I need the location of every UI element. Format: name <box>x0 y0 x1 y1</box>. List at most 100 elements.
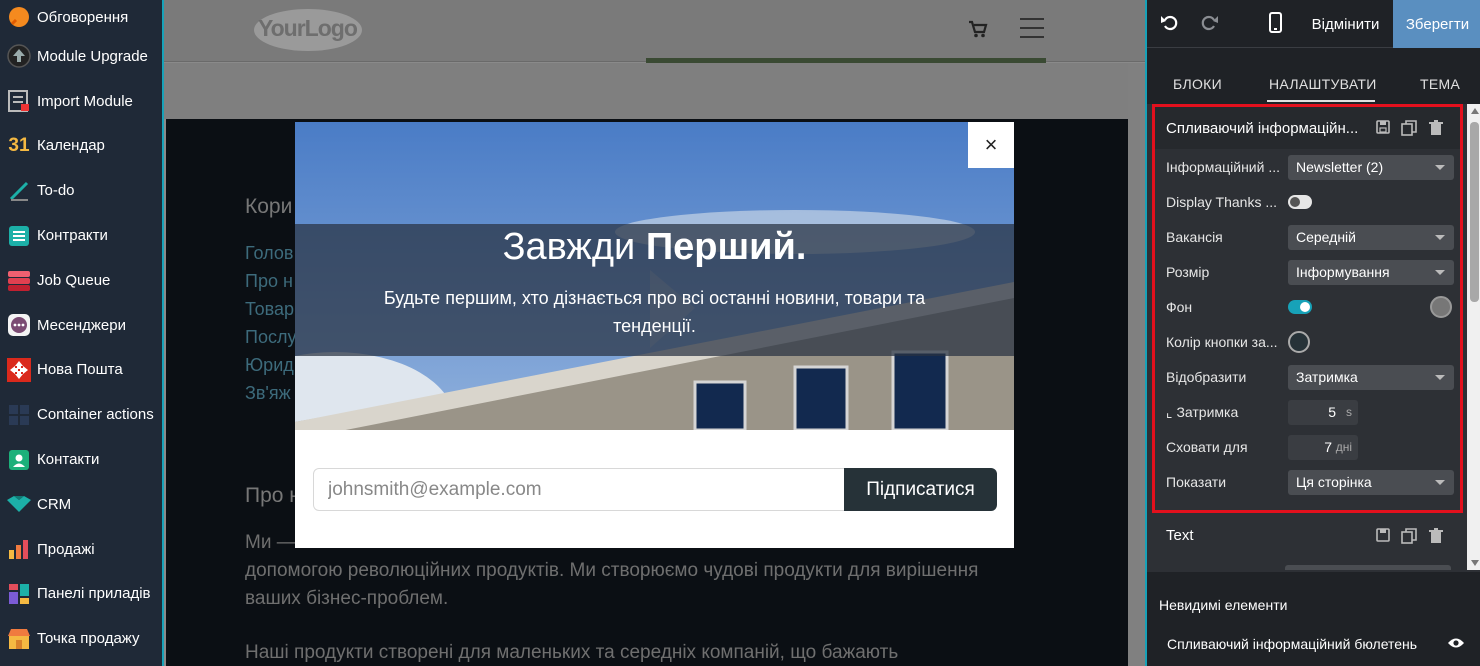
popup-title: Завжди Перший. <box>295 226 1014 269</box>
newsletter-email-input[interactable] <box>313 468 845 511</box>
show-on-select[interactable]: Ця сторінка <box>1288 470 1454 495</box>
popup-close-button[interactable]: × <box>968 122 1014 168</box>
select-value: Середній <box>1296 229 1356 245</box>
todo-icon <box>6 178 32 204</box>
site-logo[interactable]: YourLogo <box>252 6 364 52</box>
sidebar-item-nova-poshta[interactable]: Нова Пошта <box>0 348 162 393</box>
number-unit: дні <box>1335 440 1352 454</box>
display-select[interactable]: Затримка <box>1288 365 1454 390</box>
sidebar-item-discuss[interactable]: Обговорення <box>0 0 162 34</box>
partial-option-control[interactable] <box>1285 565 1451 570</box>
tab-customize[interactable]: НАЛАШТУВАТИ <box>1269 76 1377 92</box>
option-label: Відобразити <box>1166 369 1247 385</box>
option-show-on: Показати Ця сторінка <box>1158 466 1454 501</box>
scroll-up-icon[interactable] <box>1471 108 1479 114</box>
hamburger-menu-icon[interactable] <box>1020 18 1044 45</box>
sidebar-label: Нова Пошта <box>37 361 123 379</box>
option-display: Відобразити Затримка <box>1158 361 1454 396</box>
option-vacancy: Вакансія Середній <box>1158 221 1454 256</box>
option-label: Розмір <box>1166 264 1210 280</box>
footer-link[interactable]: Юрид <box>245 355 294 376</box>
vacancy-select[interactable]: Середній <box>1288 225 1454 250</box>
option-label: Вакансія <box>1166 229 1223 245</box>
invisible-item-newsletter-popup[interactable]: Спливаючий інформаційний бюлетень <box>1167 636 1417 652</box>
sidebar-item-dashboards[interactable]: Панелі приладів <box>0 572 162 617</box>
tab-theme[interactable]: ТЕМА <box>1420 76 1460 92</box>
editor-tabs: БЛОКИ НАЛАШТУВАТИ ТЕМА <box>1147 48 1480 104</box>
subscribe-button[interactable]: Підписатися <box>844 468 997 511</box>
sidebar-item-crm[interactable]: CRM <box>0 482 162 527</box>
footer-link[interactable]: Голов <box>245 243 293 264</box>
footer-link[interactable]: Товар <box>245 299 294 320</box>
editor-scrollbar[interactable] <box>1467 104 1480 570</box>
scroll-down-icon[interactable] <box>1471 560 1479 566</box>
discuss-icon <box>6 4 32 30</box>
option-label: ⌞ Затримка <box>1166 404 1239 420</box>
option-button-color: Колір кнопки за... <box>1158 326 1450 361</box>
sidebar-label: Module Upgrade <box>37 47 148 65</box>
sidebar-item-job-queue[interactable]: Job Queue <box>0 258 162 303</box>
invisible-elements-panel: Невидимі елементи Спливаючий інформаційн… <box>1147 572 1480 666</box>
popup-title-bold: Перший. <box>645 226 807 268</box>
about-text-line: Наші продукти створені для маленьких та … <box>245 642 899 663</box>
duplicate-block-icon[interactable] <box>1401 528 1417 549</box>
save-button[interactable]: Зберегти <box>1393 0 1480 48</box>
option-newsletter: Інформаційний ... Newsletter (2) <box>1158 151 1454 186</box>
sidebar-item-contacts[interactable]: Контакти <box>0 437 162 482</box>
sidebar-item-calendar[interactable]: 31 Календар <box>0 124 162 169</box>
sidebar-label: Container actions <box>37 406 154 424</box>
sidebar-item-module-upgrade[interactable]: Module Upgrade <box>0 34 162 79</box>
chevron-down-icon <box>1435 235 1445 240</box>
cart-icon[interactable] <box>968 20 988 43</box>
background-toggle[interactable] <box>1288 300 1312 314</box>
footer-link[interactable]: Послу <box>245 327 296 348</box>
footer-link[interactable]: Зв'яж <box>245 383 291 404</box>
newsletter-popup: Завжди Перший. Будьте першим, хто дізнає… <box>295 122 1014 548</box>
tab-blocks[interactable]: БЛОКИ <box>1173 76 1222 92</box>
option-background: Фон <box>1158 291 1452 326</box>
chevron-down-icon <box>1435 270 1445 275</box>
save-block-icon[interactable] <box>1376 528 1390 547</box>
option-label: Показати <box>1166 474 1227 490</box>
sidebar-label: Контракти <box>37 227 108 245</box>
sidebar-item-sales[interactable]: Продажі <box>0 527 162 572</box>
sidebar-item-container-actions[interactable]: Container actions <box>0 392 162 437</box>
calendar-icon: 31 <box>8 134 30 156</box>
footer-link[interactable]: Про н <box>245 271 293 292</box>
sidebar-item-todo[interactable]: To-do <box>0 168 162 213</box>
button-color-picker[interactable] <box>1288 331 1310 353</box>
eye-icon[interactable] <box>1447 636 1465 654</box>
option-display-thanks: Display Thanks ... <box>1158 186 1450 221</box>
sidebar-item-pos[interactable]: Точка продажу <box>0 616 162 661</box>
sidebar-label: Продажі <box>37 540 95 558</box>
sidebar-item-messengers[interactable]: Месенджери <box>0 303 162 348</box>
delay-input[interactable]: 5s <box>1288 400 1358 425</box>
chevron-down-icon <box>1435 165 1445 170</box>
duplicate-block-icon[interactable] <box>1401 120 1417 141</box>
dashboards-icon <box>6 581 32 607</box>
pos-icon <box>6 626 32 652</box>
chevron-down-icon <box>1435 375 1445 380</box>
editor-toolbar: Відмінити Зберегти <box>1147 0 1480 48</box>
sidebar-item-import-module[interactable]: Import Module <box>0 79 162 124</box>
sidebar-label: To-do <box>37 182 75 200</box>
undo-icon[interactable] <box>1160 12 1178 37</box>
size-select[interactable]: Інформування <box>1288 260 1454 285</box>
app-sidebar: Обговорення Module Upgrade Import Module… <box>0 0 164 666</box>
discard-button[interactable]: Відмінити <box>1299 0 1392 48</box>
save-block-icon[interactable] <box>1376 120 1390 139</box>
sidebar-item-contracts[interactable]: Контракти <box>0 213 162 258</box>
newsletter-select[interactable]: Newsletter (2) <box>1288 155 1454 180</box>
scroll-thumb[interactable] <box>1470 122 1479 302</box>
delete-block-icon[interactable] <box>1429 120 1443 141</box>
delete-block-icon[interactable] <box>1429 528 1443 549</box>
mobile-preview-icon[interactable] <box>1269 12 1283 39</box>
redo-icon[interactable] <box>1201 12 1219 37</box>
hide-for-input[interactable]: 7 дні <box>1288 435 1358 460</box>
contacts-icon <box>6 447 32 473</box>
footer-heading: Кори <box>245 195 293 218</box>
select-value: Інформування <box>1296 264 1390 280</box>
background-color-picker[interactable] <box>1430 296 1452 318</box>
display-thanks-toggle[interactable] <box>1288 195 1312 209</box>
nova-poshta-icon <box>6 357 32 383</box>
